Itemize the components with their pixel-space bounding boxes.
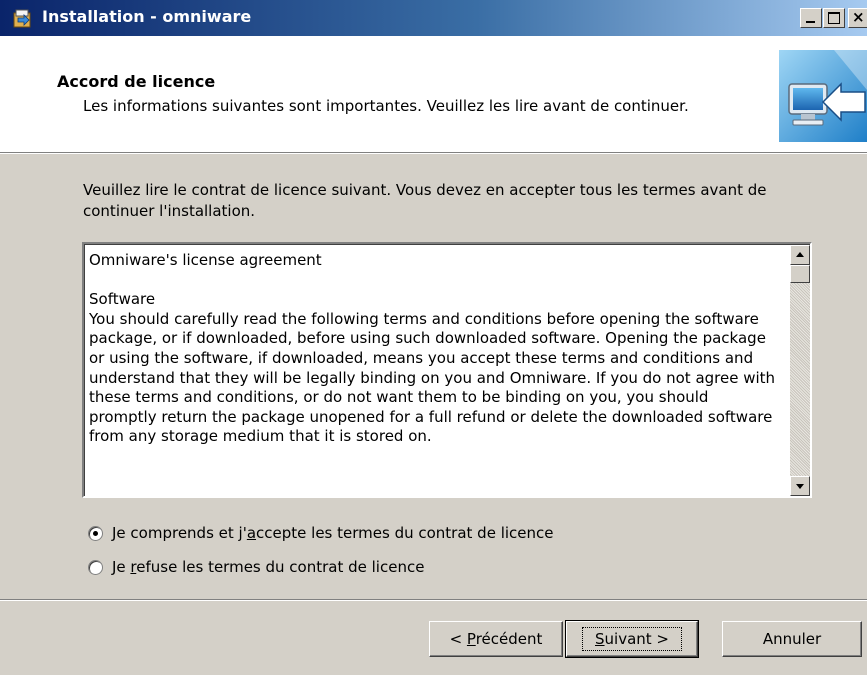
refuse-option[interactable]: Je refuse les termes du contrat de licen… — [88, 557, 424, 577]
scroll-thumb[interactable] — [790, 265, 810, 283]
arrow-down-icon — [796, 484, 804, 489]
header-panel: Accord de licence Les informations suiva… — [0, 36, 867, 153]
accept-option[interactable]: Je comprends et j'accepte les termes du … — [88, 523, 554, 543]
license-textbox[interactable]: Omniware's license agreement Software Yo… — [82, 242, 812, 498]
computer-install-icon — [779, 50, 867, 142]
page-subtitle: Les informations suivantes sont importan… — [83, 97, 689, 115]
installer-icon — [13, 9, 31, 28]
title-bar[interactable]: Installation - omniware × — [0, 0, 867, 36]
close-button[interactable]: × — [848, 8, 867, 28]
previous-label: < Précédent — [449, 630, 543, 648]
license-text: Omniware's license agreement Software Yo… — [89, 251, 776, 446]
scroll-down-button[interactable] — [790, 476, 810, 496]
accept-radio[interactable] — [88, 525, 103, 541]
installer-window: Installation - omniware × Accord de lice… — [0, 0, 867, 675]
refuse-radio[interactable] — [88, 559, 103, 575]
cancel-button[interactable]: Annuler — [722, 621, 862, 657]
next-button[interactable]: Suivant > — [565, 620, 699, 658]
license-scrollbar[interactable] — [790, 245, 810, 496]
header-divider — [0, 153, 867, 154]
cancel-label: Annuler — [762, 630, 822, 648]
close-icon: × — [852, 8, 865, 26]
minimize-button[interactable] — [800, 8, 822, 28]
previous-button[interactable]: < Précédent — [429, 621, 563, 657]
scroll-up-button[interactable] — [790, 245, 810, 265]
next-label: Suivant > — [582, 627, 682, 651]
instruction-text: Veuillez lire le contrat de licence suiv… — [83, 181, 767, 220]
window-title: Installation - omniware — [42, 7, 252, 26]
accept-label: Je comprends et j'accepte les termes du … — [112, 524, 554, 542]
footer-divider — [0, 599, 867, 601]
page-title: Accord de licence — [57, 72, 216, 91]
maximize-button[interactable] — [823, 8, 845, 28]
arrow-up-icon — [796, 252, 804, 257]
refuse-label: Je refuse les termes du contrat de licen… — [112, 558, 425, 576]
